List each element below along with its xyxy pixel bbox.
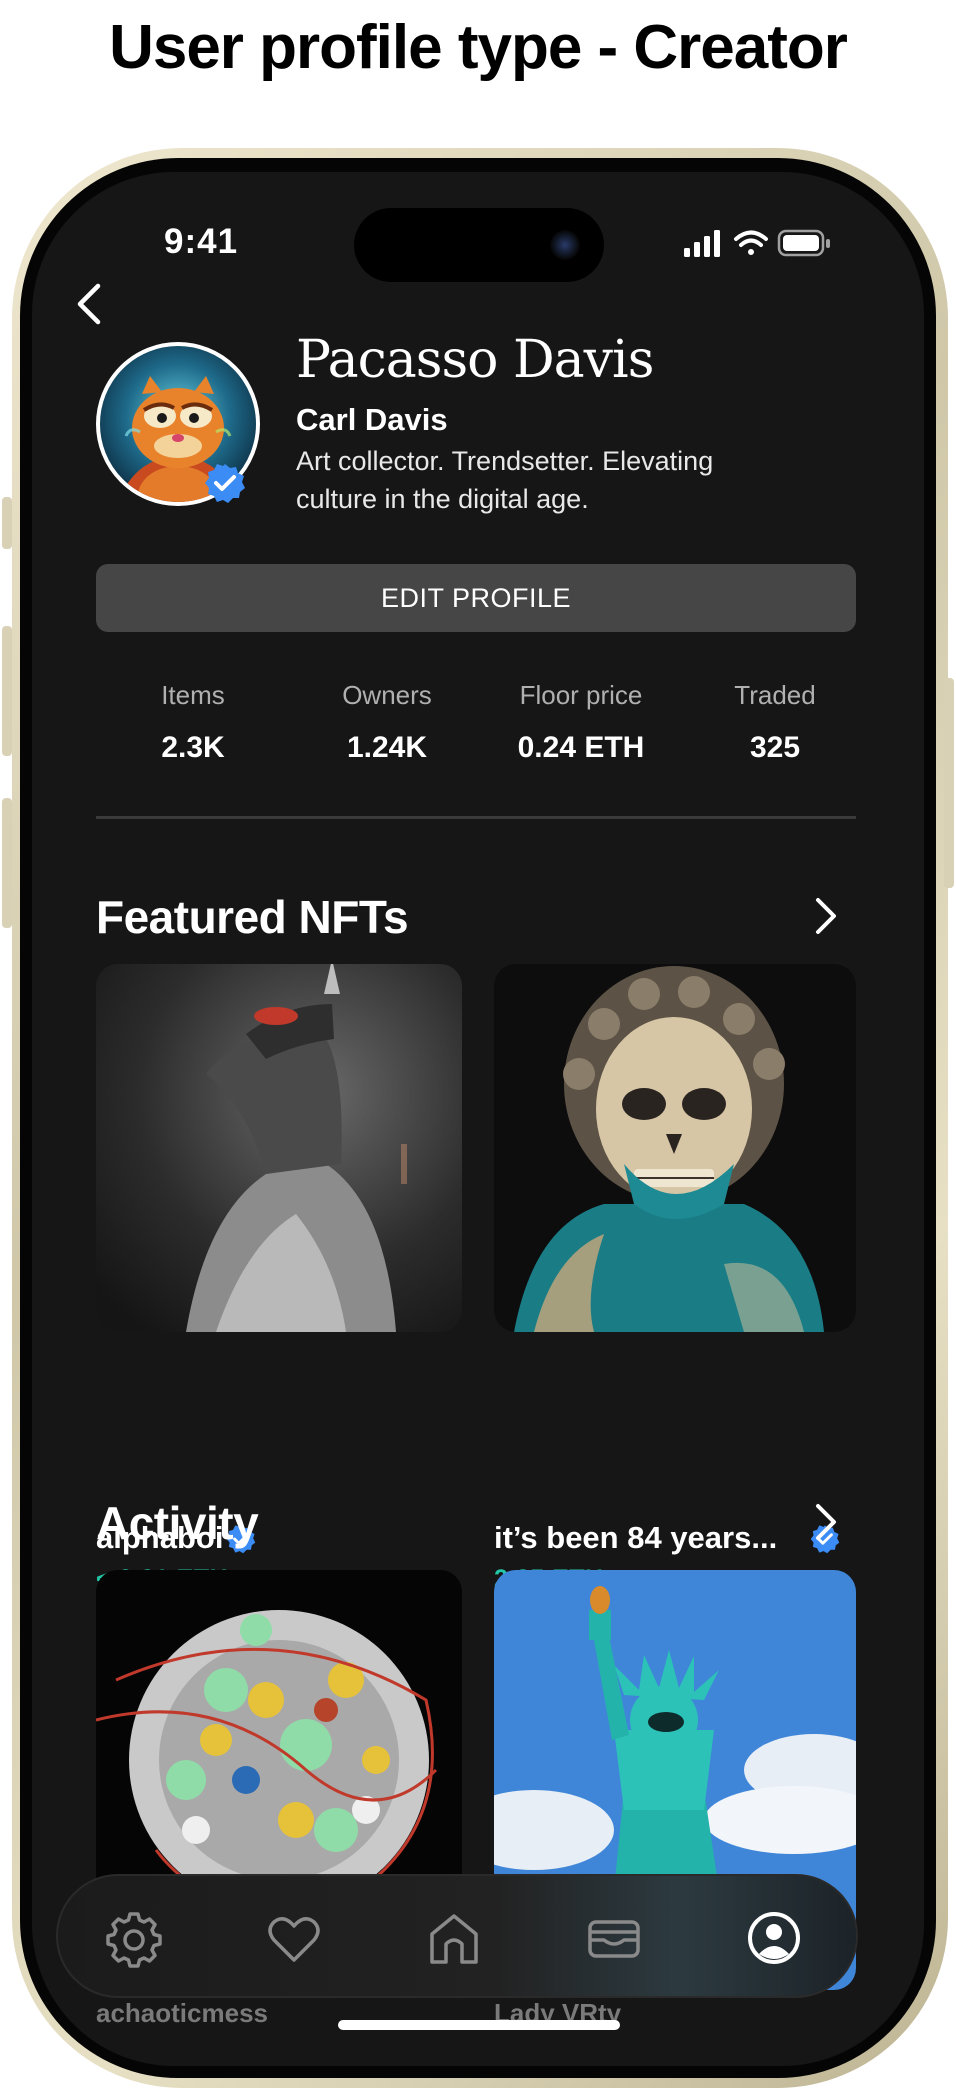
stat-value: 0.24 ETH <box>517 731 645 764</box>
page-heading: User profile type - Creator <box>109 13 848 82</box>
profile-display-name: Pacasso Davis <box>296 330 654 390</box>
action-button <box>2 497 12 549</box>
verified-badge-icon <box>205 464 245 503</box>
back-chevron-icon[interactable] <box>66 276 114 332</box>
stat-label: Floor price <box>519 680 643 710</box>
featured-see-all-chevron-icon[interactable] <box>810 894 840 938</box>
stat-traded: Traded 325 <box>678 680 872 764</box>
stat-label: Items <box>161 680 225 710</box>
heart-icon[interactable] <box>264 1908 324 1968</box>
wallet-icon[interactable] <box>584 1908 644 1968</box>
featured-nfts-title: Featured NFTs <box>96 891 409 943</box>
profile-icon[interactable] <box>744 1908 804 1968</box>
activity-item-name: achaoticmess <box>96 1998 268 2028</box>
camera-icon <box>550 230 580 260</box>
bottom-tab-bar <box>56 1874 858 1998</box>
edit-profile-button[interactable]: EDIT PROFILE <box>96 564 856 632</box>
divider <box>96 816 856 819</box>
stat-value: 2.3K <box>161 731 225 764</box>
stats-row: Items 2.3K Owners 1.24K Floor price 0.24… <box>96 680 872 764</box>
stat-label: Traded <box>734 680 816 710</box>
power-button <box>944 678 954 888</box>
volume-down-button <box>2 798 12 928</box>
stat-label: Owners <box>342 680 432 710</box>
gear-icon[interactable] <box>104 1908 164 1968</box>
stat-floor-price: Floor price 0.24 ETH <box>484 680 678 764</box>
stat-items: Items 2.3K <box>96 680 290 764</box>
home-indicator[interactable] <box>338 2020 620 2030</box>
volume-up-button <box>2 626 12 756</box>
nft-card-84-years[interactable] <box>494 964 856 1332</box>
nft-title: it’s been 84 years... <box>494 1520 778 1555</box>
battery-icon <box>777 229 830 257</box>
phone-screen: 9:41 Pacasso Davis Carl Davis Art collec… <box>32 172 924 2066</box>
nft-image <box>494 964 856 1332</box>
status-time: 9:41 <box>164 222 239 261</box>
profile-bio: Art collector. Trendsetter. Elevating cu… <box>296 446 714 514</box>
stat-value: 1.24K <box>346 731 428 764</box>
profile-username: Carl Davis <box>296 402 448 437</box>
activity-see-all-chevron-icon[interactable] <box>810 1500 840 1544</box>
dynamic-island <box>354 208 604 282</box>
wifi-icon <box>734 230 768 255</box>
stat-owners: Owners 1.24K <box>290 680 484 764</box>
activity-title: Activity <box>96 1497 259 1549</box>
status-icons <box>684 229 830 257</box>
stat-value: 325 <box>749 731 801 764</box>
signal-icon <box>684 230 720 257</box>
nft-image <box>96 964 462 1332</box>
nft-card-alphaboi[interactable] <box>96 964 462 1332</box>
home-icon[interactable] <box>424 1908 484 1968</box>
